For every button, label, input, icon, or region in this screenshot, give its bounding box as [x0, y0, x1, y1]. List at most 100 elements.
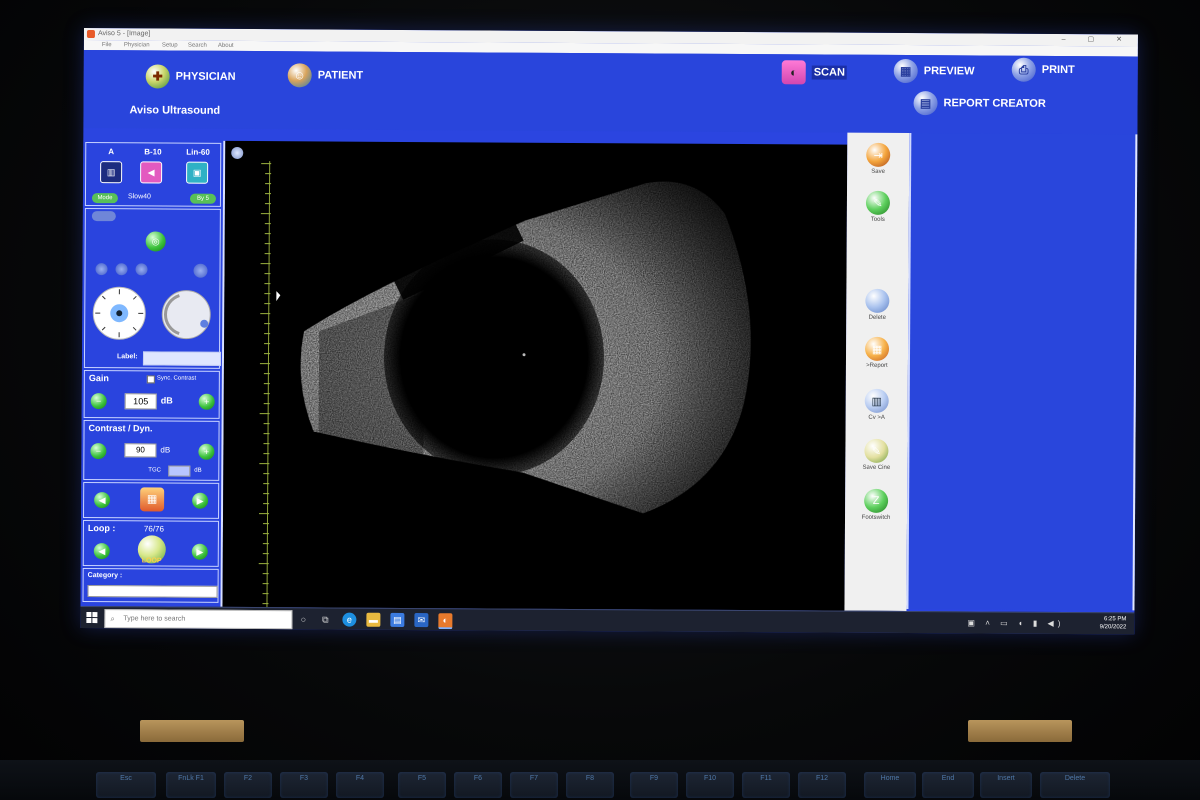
task-view-icon[interactable]: ⧉ [318, 612, 332, 626]
ruler-tick [262, 593, 269, 595]
window-controls[interactable]: – ▢ ✕ [1062, 34, 1132, 46]
key-f3[interactable]: F3 [280, 772, 328, 798]
print-button[interactable]: ⎙ PRINT [1011, 57, 1075, 82]
zoom-icon[interactable] [231, 146, 244, 159]
save-cine-button[interactable]: ✎ Save Cine [845, 438, 907, 471]
taskbar-search[interactable]: ⌕ Type here to search [104, 609, 293, 630]
menu-file[interactable]: File [102, 40, 112, 50]
brand-title: Aviso Ultrasound [129, 104, 221, 117]
contrast-increase-button[interactable]: + [198, 443, 215, 460]
key-f4[interactable]: F4 [336, 772, 384, 798]
tools-button[interactable]: ✎ Tools [847, 190, 909, 223]
ruler-tick [263, 453, 270, 455]
by-button[interactable]: By 5 [189, 193, 216, 204]
category-section: Category : [82, 568, 219, 603]
store-icon[interactable]: ▤ [390, 612, 405, 627]
edge-browser-icon[interactable]: e [342, 612, 357, 627]
key-f7[interactable]: F7 [510, 772, 558, 798]
clock[interactable]: 6:25 PM 9/20/2022 [1100, 615, 1127, 631]
contrast-value[interactable]: 90 [124, 443, 157, 458]
eye-globe-icon[interactable] [159, 287, 213, 341]
menu-search[interactable]: Search [188, 41, 207, 51]
footswitch-button[interactable]: Z Footswitch [845, 488, 907, 521]
save-button[interactable]: ⇥ Save [847, 142, 909, 175]
mail-icon[interactable]: ✉ [414, 613, 429, 628]
small-toggle[interactable] [91, 211, 116, 222]
key-f8[interactable]: F8 [566, 772, 614, 798]
report-icon: ▦ [864, 336, 890, 361]
cortana-icon[interactable]: ○ [296, 612, 310, 626]
footswitch-icon: Z [864, 488, 889, 513]
menu-physician[interactable]: Physician [124, 40, 150, 50]
aviso-app-icon[interactable]: ◐ [438, 613, 453, 630]
physician-button[interactable]: ✚ PHYSICIAN [145, 64, 236, 89]
contrast-section: Contrast / Dyn. − 90 dB + TGC dB [83, 420, 220, 481]
orientation-preset-icon[interactable] [115, 263, 128, 276]
menu-setup[interactable]: Setup [162, 40, 178, 50]
category-input[interactable] [87, 585, 218, 598]
key-delete[interactable]: Delete [1040, 772, 1110, 798]
loop-previous-button[interactable]: ◀ [93, 543, 110, 560]
cine-icon[interactable]: ▦ [140, 487, 165, 512]
ruler-tick [264, 303, 271, 305]
b-scan-icon[interactable]: ◀ [140, 161, 163, 184]
loop-next-button[interactable]: ▶ [191, 543, 208, 560]
previous-frame-button[interactable]: ◀ [94, 492, 111, 509]
convert-a-label: Cv >A [868, 414, 885, 421]
ruler-tick [264, 343, 271, 345]
key-home[interactable]: Home [864, 772, 916, 798]
key-esc[interactable]: Esc [96, 772, 156, 798]
orientation-preset-icon[interactable] [135, 263, 148, 276]
orientation-preset-icon[interactable] [95, 263, 108, 276]
center-button[interactable]: ◎ [145, 231, 166, 252]
key-f2[interactable]: F2 [224, 772, 272, 798]
gain-value[interactable]: 105 [124, 393, 157, 410]
report-button[interactable]: ▦ >Report [846, 336, 908, 369]
ruler-tick [264, 353, 271, 355]
preview-button[interactable]: ▦ PREVIEW [893, 58, 975, 84]
ultrasound-viewer[interactable] [222, 140, 848, 611]
report-creator-button[interactable]: ▤ REPORT CREATOR [913, 91, 1046, 116]
key-f12[interactable]: F12 [798, 772, 846, 798]
physician-label: PHYSICIAN [175, 70, 236, 83]
mode-button[interactable]: Mode [91, 193, 118, 204]
tgc-label: TGC [148, 467, 161, 474]
tgc-input[interactable] [168, 465, 191, 477]
key-end[interactable]: End [922, 772, 974, 798]
sync-contrast-checkbox[interactable] [146, 375, 155, 384]
key-f1[interactable]: FnLk F1 [166, 772, 216, 798]
linear-probe-icon[interactable]: ▣ [186, 161, 209, 184]
ruler-tick [259, 513, 270, 515]
report-icon: ▤ [913, 91, 938, 116]
gain-increase-button[interactable]: + [198, 393, 215, 410]
file-explorer-icon[interactable]: ▬ [366, 612, 381, 627]
label-input[interactable] [142, 351, 222, 366]
orientation-preset-icon[interactable] [193, 263, 208, 278]
delete-button[interactable]: Delete [846, 288, 908, 321]
save-icon: ⇥ [866, 142, 891, 167]
contrast-decrease-button[interactable]: − [90, 443, 107, 460]
patient-button[interactable]: ☺ PATIENT [287, 63, 364, 88]
windows-start-icon[interactable] [86, 612, 98, 624]
clock-dial-icon[interactable] [91, 285, 147, 341]
ruler-tick [262, 573, 269, 575]
system-tray-icons[interactable]: ▣ ˄ ▭ ◖ ▮ ◀) [967, 618, 1064, 628]
key-f6[interactable]: F6 [454, 772, 502, 798]
delete-label: Delete [868, 314, 886, 321]
key-f10[interactable]: F10 [686, 772, 734, 798]
ruler-tick [262, 583, 269, 585]
ruler-tick [262, 533, 269, 535]
key-f11[interactable]: F11 [742, 772, 790, 798]
gain-decrease-button[interactable]: − [90, 393, 107, 410]
menu-about[interactable]: About [218, 41, 234, 51]
key-insert[interactable]: Insert [980, 772, 1032, 798]
scan-button[interactable]: ◐ SCAN [781, 60, 847, 85]
a-scan-icon[interactable]: ▥ [100, 161, 123, 184]
convert-a-button[interactable]: ▥ Cv >A [846, 388, 908, 421]
next-frame-button[interactable]: ▶ [192, 492, 209, 509]
ruler-tick [260, 213, 271, 215]
key-f9[interactable]: F9 [630, 772, 678, 798]
key-f5[interactable]: F5 [398, 772, 446, 798]
speed-label: Slow40 [127, 193, 151, 201]
ruler-tick [261, 163, 272, 165]
